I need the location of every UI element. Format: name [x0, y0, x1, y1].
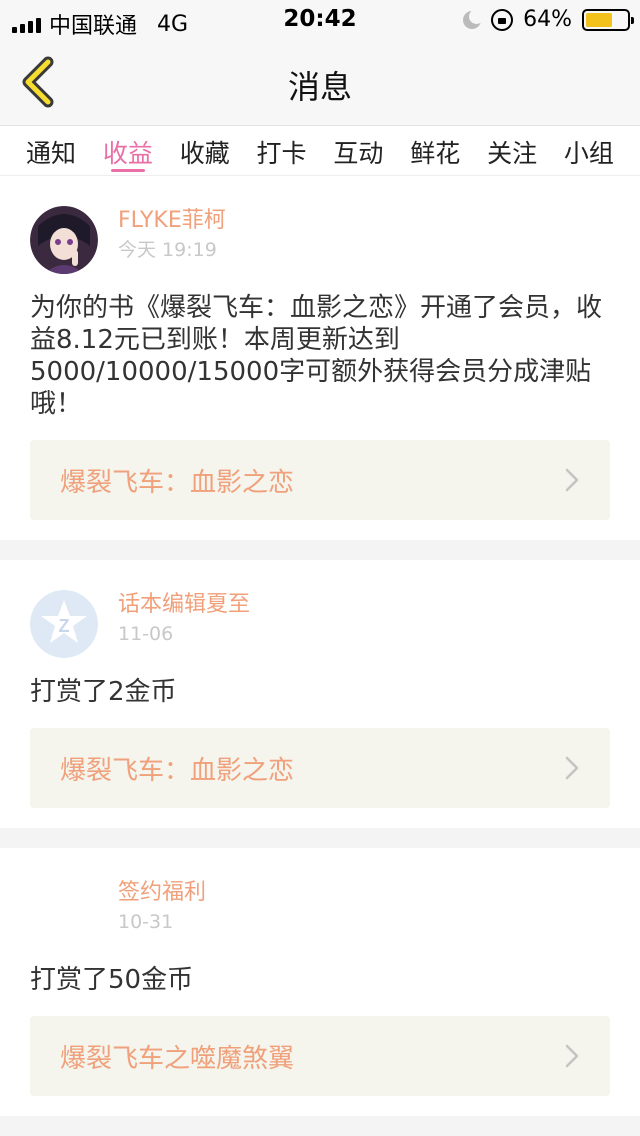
separator — [0, 1116, 640, 1136]
message-time: 11-06 — [118, 623, 174, 645]
sender-name[interactable]: 签约福利 — [118, 878, 206, 908]
book-title: 爆裂飞车：血影之恋 — [60, 755, 295, 786]
tab-checkin[interactable]: 打卡 — [257, 126, 307, 175]
status-right: 64% — [463, 7, 634, 32]
tab-notifications[interactable]: 通知 — [26, 126, 76, 175]
avatar[interactable]: Z — [30, 590, 98, 658]
message-meta: FLYKE菲柯 今天 19:19 — [118, 206, 226, 264]
message-meta: 签约福利 10-31 — [118, 878, 206, 936]
page-title: 消息 — [287, 68, 352, 106]
message-time: 10-31 — [118, 911, 174, 933]
tab-interaction[interactable]: 互动 — [333, 126, 383, 175]
message-text: 为你的书《爆裂飞车：血影之恋》开通了会员，收益8.12元已到账！本周更新达到50… — [30, 293, 603, 419]
sender-name[interactable]: 话本编辑夏至 — [118, 590, 250, 620]
book-title: 爆裂飞车之噬魔煞翼 — [60, 1043, 295, 1074]
separator — [0, 828, 640, 848]
separator — [0, 540, 640, 560]
tab-favorites[interactable]: 收藏 — [180, 126, 230, 175]
nav-bar: 消息 — [0, 40, 640, 126]
chevron-right-icon — [565, 1044, 579, 1068]
message-text: 打赏了2金币 — [30, 677, 177, 707]
sender-name[interactable]: FLYKE菲柯 — [118, 206, 226, 236]
message-text: 打赏了50金币 — [30, 965, 194, 995]
book-title: 爆裂飞车：血影之恋 — [60, 467, 295, 498]
chevron-right-icon — [565, 468, 579, 492]
battery-fill — [586, 12, 612, 27]
tab-earnings[interactable]: 收益 — [103, 126, 153, 175]
book-link[interactable]: 爆裂飞车：血影之恋 — [30, 440, 610, 520]
message-card: 签约福利 10-31 打赏了50金币 爆裂飞车之噬魔煞翼 — [0, 848, 640, 1096]
avatar[interactable] — [30, 878, 98, 946]
avatar[interactable] — [30, 206, 98, 274]
message-header: Z 话本编辑夏至 11-06 — [30, 590, 610, 660]
tab-following[interactable]: 关注 — [487, 126, 537, 175]
tab-bar: 通知 收益 收藏 打卡 互动 鲜花 关注 小组 — [0, 126, 640, 176]
moon-icon — [463, 8, 485, 29]
tab-flowers[interactable]: 鲜花 — [410, 126, 460, 175]
message-card: Z 话本编辑夏至 11-06 打赏了2金币 爆裂飞车：血影之恋 — [0, 560, 640, 808]
rotation-lock-icon — [491, 8, 514, 31]
book-link[interactable]: 爆裂飞车之噬魔煞翼 — [30, 1016, 610, 1096]
tab-groups[interactable]: 小组 — [564, 126, 614, 175]
book-link[interactable]: 爆裂飞车：血影之恋 — [30, 728, 610, 808]
chevron-right-icon — [565, 756, 579, 780]
message-meta: 话本编辑夏至 11-06 — [118, 590, 250, 648]
svg-text:Z: Z — [59, 616, 70, 636]
message-time: 今天 19:19 — [118, 239, 217, 261]
message-header: 签约福利 10-31 — [30, 878, 610, 948]
message-card: FLYKE菲柯 今天 19:19 为你的书《爆裂飞车：血影之恋》开通了会员，收益… — [0, 176, 640, 520]
message-header: FLYKE菲柯 今天 19:19 — [30, 206, 610, 276]
battery-percent: 64% — [523, 7, 572, 32]
status-bar: 中国联通 4G 20:42 64% — [0, 0, 640, 40]
battery-icon — [582, 8, 634, 31]
